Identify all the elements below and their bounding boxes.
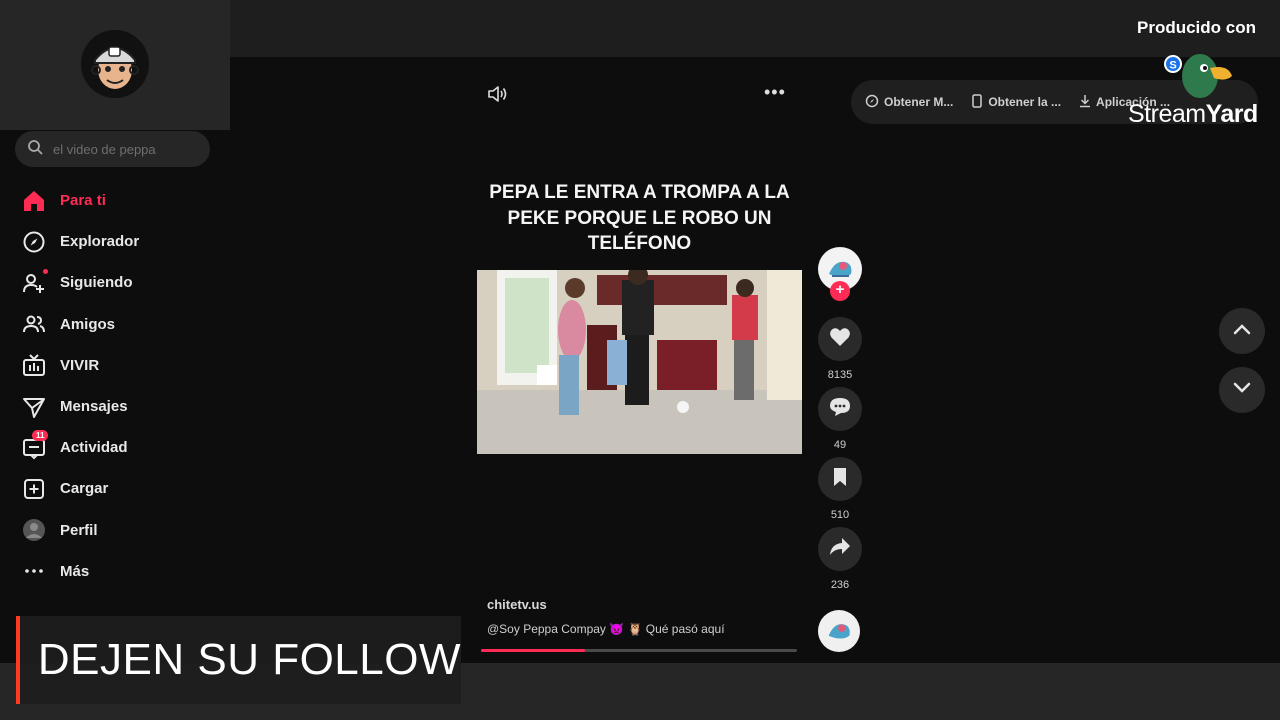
sidebar-item-mensajes[interactable]: Mensajes: [22, 386, 222, 427]
sidebar-item-para-ti[interactable]: Para ti: [22, 180, 222, 221]
sidebar-item-amigos[interactable]: Amigos: [22, 304, 222, 345]
profile-avatar-icon: [22, 518, 46, 542]
sidebar-item-label: Siguiendo: [60, 274, 133, 292]
sidebar-item-mas[interactable]: Más: [22, 551, 222, 592]
streamer-avatar: [81, 30, 149, 98]
chevron-up-icon: [1233, 322, 1251, 340]
friends-icon: [22, 312, 46, 336]
save-action: 510: [818, 457, 862, 523]
action-column: + 8135 49 510 236: [818, 247, 862, 593]
brand-yard: Yard: [1205, 100, 1259, 128]
music-disc-icon[interactable]: [818, 610, 860, 652]
sidebar-item-vivir[interactable]: VIVIR: [22, 345, 222, 386]
sidebar-item-cargar[interactable]: Cargar: [22, 468, 222, 509]
creator-avatar[interactable]: +: [818, 247, 862, 301]
video-progress-bar[interactable]: [481, 649, 797, 652]
search-bar[interactable]: [15, 131, 210, 167]
activity-icon: 11: [22, 429, 49, 460]
sidebar-item-explorador[interactable]: Explorador: [22, 221, 222, 262]
comment-count: 49: [833, 439, 847, 451]
sidebar-item-perfil[interactable]: Perfil: [22, 510, 222, 551]
search-icon: [27, 139, 43, 160]
video-author[interactable]: chitetv.us: [487, 597, 547, 612]
send-icon: [22, 395, 46, 419]
share-action: 236: [818, 527, 862, 593]
share-icon: [829, 537, 851, 562]
get-option-1[interactable]: Obtener M...: [865, 94, 953, 111]
heart-icon: [829, 327, 851, 352]
more-options-icon[interactable]: •••: [764, 82, 786, 103]
home-icon: [22, 189, 46, 213]
comment-icon: [829, 397, 851, 422]
stream-frame: Para ti Explorador Siguiendo Amigos: [0, 0, 1280, 720]
get-option-2-label: Obtener la ...: [988, 95, 1062, 109]
notification-dot: [43, 268, 48, 274]
webcam-box: [0, 0, 230, 130]
chevron-down-icon: [1233, 381, 1251, 399]
share-button[interactable]: [818, 527, 862, 571]
live-tv-icon: [22, 353, 46, 377]
sidebar-item-label: Para ti: [60, 192, 106, 210]
next-video-button[interactable]: [1219, 367, 1265, 413]
sidebar-item-siguiendo[interactable]: Siguiendo: [22, 262, 222, 303]
sidebar-item-label: Actividad: [60, 439, 128, 457]
brand-stream: Stream: [1128, 100, 1206, 128]
follow-banner: DEJEN SU FOLLOW: [16, 616, 461, 704]
sidebar-nav: Para ti Explorador Siguiendo Amigos VIVI…: [22, 180, 222, 592]
sidebar-item-label: Explorador: [60, 233, 140, 251]
compass-icon: [22, 230, 46, 254]
sidebar-item-label: Más: [60, 562, 90, 580]
activity-badge: 11: [32, 429, 49, 441]
sidebar-item-label: Perfil: [60, 521, 98, 539]
streamyard-wordmark: StreamYard: [1128, 100, 1258, 129]
bookmark-icon: [832, 467, 848, 492]
more-dots-icon: [22, 559, 46, 583]
follow-plus-button[interactable]: +: [830, 281, 850, 301]
like-action: 8135: [818, 317, 862, 383]
sidebar-item-label: Amigos: [60, 315, 116, 333]
user-follow-icon: [22, 268, 48, 295]
share-count: 236: [830, 579, 850, 591]
like-count: 8135: [827, 369, 853, 381]
video-title: PEPA LE ENTRA A TROMPA A LA PEKE PORQUE …: [489, 182, 790, 254]
video-caption: @Soy Peppa Compay 👿 🦉 Qué pasó aquí: [487, 622, 725, 636]
comment-action: 49: [818, 387, 862, 453]
banner-accent-bar: [16, 616, 20, 704]
get-option-2[interactable]: Obtener la ...: [971, 93, 1062, 111]
like-button[interactable]: [818, 317, 862, 361]
download-icon: [1079, 94, 1091, 111]
video-progress-fill: [481, 649, 586, 652]
search-input[interactable]: [53, 141, 193, 157]
video-player[interactable]: [477, 270, 802, 454]
save-button[interactable]: [818, 457, 862, 501]
sidebar-item-label: VIVIR: [60, 356, 100, 374]
upload-icon: [22, 477, 46, 501]
get-option-1-label: Obtener M...: [884, 95, 954, 109]
save-count: 510: [830, 509, 850, 521]
sidebar-item-label: Mensajes: [60, 398, 128, 416]
phone-icon: [971, 93, 983, 111]
sidebar-item-label: Cargar: [60, 480, 109, 498]
producido-label: Producido con: [1137, 18, 1256, 37]
volume-icon[interactable]: [487, 84, 511, 109]
comment-button[interactable]: [818, 387, 862, 431]
previous-video-button[interactable]: [1219, 308, 1265, 354]
follow-banner-text: DEJEN SU FOLLOW: [37, 635, 461, 684]
sidebar-item-actividad[interactable]: 11 Actividad: [22, 427, 222, 468]
streamyard-badge: S: [1169, 60, 1176, 72]
compass-small-icon: [865, 94, 879, 111]
